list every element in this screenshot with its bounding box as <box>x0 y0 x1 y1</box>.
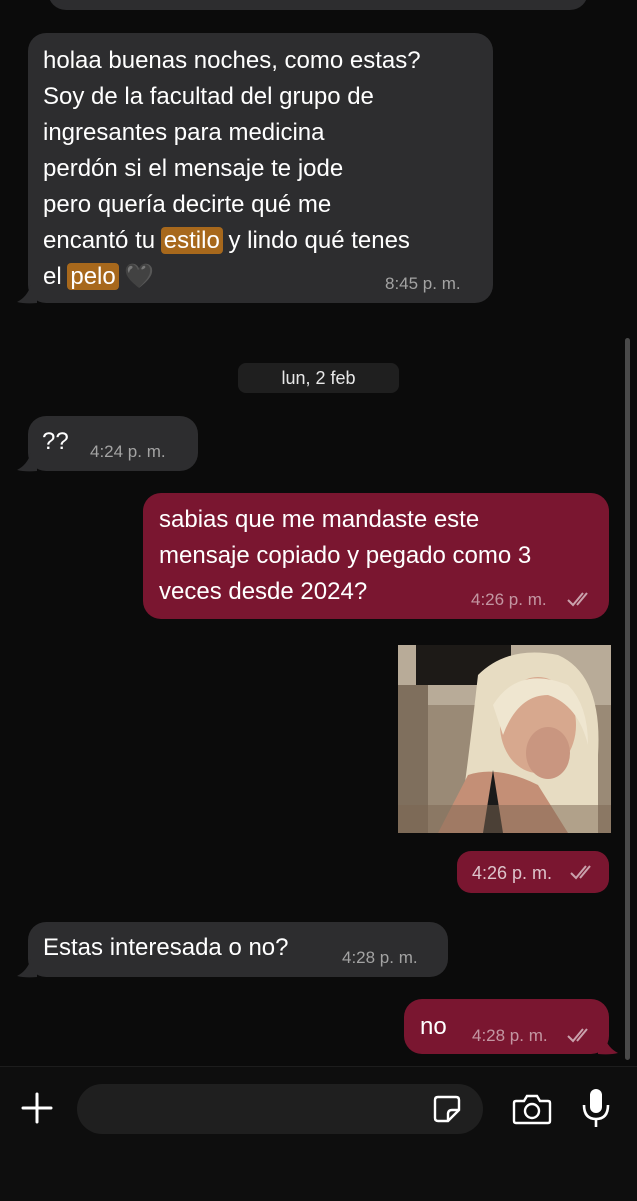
text-segment: y lindo qué tenes <box>221 227 410 254</box>
composer-bar <box>0 1066 637 1201</box>
message-line: Soy de la facultad del grupo de <box>43 83 374 110</box>
message-line: mensaje copiado y pegado como 3 <box>159 542 532 569</box>
scrollbar[interactable] <box>625 338 630 1060</box>
search-highlight: estilo <box>160 227 223 254</box>
message-line: encantó tu estilo y lindo qué tenes <box>43 223 488 259</box>
text-segment: encantó tu <box>43 227 162 254</box>
text-segment: el <box>43 263 69 290</box>
microphone-icon[interactable] <box>581 1087 611 1129</box>
message-time: 4:26 p. m. <box>472 863 553 883</box>
message-line: ingresantes para medicina <box>43 119 325 146</box>
message-bubble-partial[interactable] <box>48 0 588 10</box>
message-time: 4:26 p. m. <box>471 590 547 609</box>
plus-icon[interactable] <box>20 1091 54 1125</box>
read-checkmarks-icon <box>567 592 588 607</box>
message-bubble-incoming[interactable]: ?? 4:24 p. m. <box>28 416 198 471</box>
message-input[interactable] <box>77 1084 483 1134</box>
search-highlight: pelo <box>67 263 119 290</box>
message-text: Estas interesada o no? <box>43 934 289 961</box>
message-line: perdón si el mensaje te jode <box>43 155 344 182</box>
message-time: 8:45 p. m. <box>385 274 461 293</box>
message-line: sabias que me mandaste este <box>159 506 480 533</box>
message-line: holaa buenas noches, como estas? <box>43 47 421 74</box>
read-checkmarks-icon <box>570 865 591 880</box>
sticker-icon[interactable] <box>432 1094 462 1124</box>
message-line: pero quería decirte qué me <box>43 191 332 218</box>
bubble-tail <box>17 285 37 304</box>
date-separator: lun, 2 feb <box>238 363 399 393</box>
message-time: 4:28 p. m. <box>342 948 418 967</box>
shared-image[interactable] <box>398 645 611 833</box>
camera-icon[interactable] <box>512 1093 552 1125</box>
message-time: 4:28 p. m. <box>472 1026 548 1045</box>
chat-area[interactable]: holaa buenas noches, como estas? Soy de … <box>0 0 637 1066</box>
message-bubble-outgoing[interactable]: sabias que me mandaste este mensaje copi… <box>143 493 609 619</box>
message-text: holaa buenas noches, como estas? Soy de … <box>43 43 488 295</box>
message-bubble-incoming[interactable]: Estas interesada o no? 4:28 p. m. <box>28 922 448 977</box>
bubble-tail <box>598 1036 618 1055</box>
bubble-tail <box>17 453 37 472</box>
text-segment: 🖤 <box>117 263 155 290</box>
read-checkmarks-icon <box>567 1028 588 1043</box>
bubble-tail <box>17 959 37 978</box>
message-text: ?? <box>42 428 69 455</box>
message-bubble-outgoing[interactable]: no 4:28 p. m. <box>404 999 609 1054</box>
message-text: no <box>420 1013 447 1040</box>
message-bubble-outgoing[interactable]: 4:26 p. m. <box>457 851 609 893</box>
message-time: 4:24 p. m. <box>90 442 166 461</box>
message-bubble-incoming[interactable]: holaa buenas noches, como estas? Soy de … <box>28 33 493 303</box>
image-content <box>398 645 611 833</box>
